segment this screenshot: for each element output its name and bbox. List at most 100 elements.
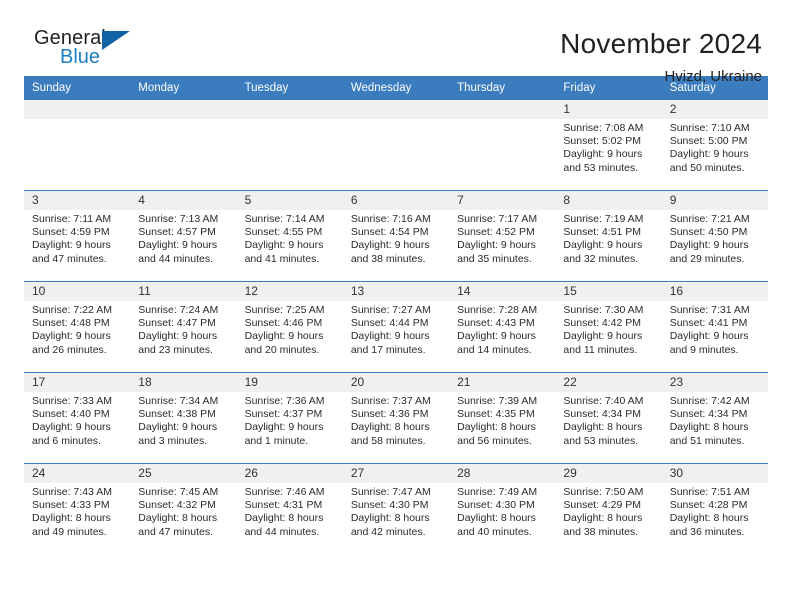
day-details: Sunrise: 7:42 AM Sunset: 4:34 PM Daylight:… <box>662 392 768 448</box>
day-detail-daylight2: and 44 minutes. <box>244 525 320 538</box>
day-detail-sunset: Sunset: 4:30 PM <box>350 499 429 512</box>
day-detail-daylight2: and 6 minutes. <box>32 434 101 447</box>
day-detail-sunrise: Sunrise: 7:50 AM <box>563 486 644 498</box>
weekday-header-thursday: Thursday <box>449 76 556 100</box>
calendar-day-cell[interactable]: 14 Sunrise: 7:28 AM Sunset: 4:43 PM Dayligh… <box>449 281 556 373</box>
calendar-day-cell[interactable]: 24 Sunrise: 7:43 AM Sunset: 4:33 PM Dayligh… <box>24 463 131 554</box>
day-number: 13 <box>342 282 450 301</box>
calendar-day-cell[interactable]: 27 Sunrise: 7:47 AM Sunset: 4:30 PM Dayligh… <box>342 463 450 554</box>
day-detail-daylight1: Daylight: 8 hours <box>563 512 643 525</box>
calendar-day-cell[interactable]: 10 Sunrise: 7:22 AM Sunset: 4:48 PM Dayligh… <box>24 281 131 373</box>
day-details: Sunrise: 7:37 AM Sunset: 4:36 PM Daylight:… <box>343 392 449 448</box>
day-cell-inner: 8 Sunrise: 7:19 AM Sunset: 4:51 PM Daylight… <box>555 191 662 281</box>
day-cell-inner: 24 Sunrise: 7:43 AM Sunset: 4:33 PM Dayligh… <box>24 464 131 554</box>
day-number: 19 <box>236 373 343 392</box>
calendar-day-cell[interactable]: 28 Sunrise: 7:49 AM Sunset: 4:30 PM Dayligh… <box>449 463 556 554</box>
day-details: Sunrise: 7:08 AM Sunset: 5:02 PM Daylight:… <box>555 119 661 175</box>
day-detail-sunrise: Sunrise: 7:33 AM <box>32 395 112 407</box>
calendar-day-cell[interactable]: 23 Sunrise: 7:42 AM Sunset: 4:34 PM Dayligh… <box>661 372 768 464</box>
weekday-header-sunday: Sunday <box>24 76 131 100</box>
calendar-day-cell[interactable]: 19 Sunrise: 7:36 AM Sunset: 4:37 PM Dayligh… <box>236 372 343 464</box>
day-detail-daylight2: and 1 minute. <box>244 434 309 447</box>
day-detail-daylight1: Daylight: 9 hours <box>350 239 430 252</box>
day-detail-sunrise: Sunrise: 7:21 AM <box>669 213 750 225</box>
calendar-day-cell[interactable]: 18 Sunrise: 7:34 AM Sunset: 4:38 PM Dayligh… <box>130 372 237 464</box>
weekday-header-wednesday: Wednesday <box>342 76 450 100</box>
day-cell-inner: 15 Sunrise: 7:30 AM Sunset: 4:42 PM Dayligh… <box>555 282 662 372</box>
calendar-day-cell[interactable]: 8 Sunrise: 7:19 AM Sunset: 4:51 PM Daylight… <box>555 190 662 282</box>
day-number: 24 <box>24 464 131 483</box>
weekday-header-monday: Monday <box>130 76 237 100</box>
calendar-day-cell[interactable]: 6 Sunrise: 7:16 AM Sunset: 4:54 PM Daylight… <box>342 190 450 282</box>
calendar-day-cell[interactable]: 15 Sunrise: 7:30 AM Sunset: 4:42 PM Dayligh… <box>555 281 662 373</box>
calendar-day-cell-empty <box>236 100 343 191</box>
day-detail-daylight1: Daylight: 9 hours <box>244 421 324 434</box>
calendar-day-cell[interactable]: 9 Sunrise: 7:21 AM Sunset: 4:50 PM Daylight… <box>661 190 768 282</box>
calendar-day-cell[interactable]: 5 Sunrise: 7:14 AM Sunset: 4:55 PM Daylight… <box>236 190 343 282</box>
calendar-day-cell[interactable]: 12 Sunrise: 7:25 AM Sunset: 4:46 PM Dayligh… <box>236 281 343 373</box>
day-detail-daylight2: and 29 minutes. <box>669 252 745 265</box>
day-cell-inner: 27 Sunrise: 7:47 AM Sunset: 4:30 PM Dayligh… <box>342 464 450 554</box>
calendar-day-cell[interactable]: 7 Sunrise: 7:17 AM Sunset: 4:52 PM Daylight… <box>449 190 556 282</box>
calendar-day-cell[interactable]: 2 Sunrise: 7:10 AM Sunset: 5:00 PM Daylight… <box>661 100 768 191</box>
day-details: Sunrise: 7:47 AM Sunset: 4:30 PM Daylight:… <box>343 483 449 539</box>
day-detail-daylight2: and 53 minutes. <box>563 434 639 447</box>
calendar-week-row: 17 Sunrise: 7:33 AM Sunset: 4:40 PM Dayligh… <box>24 372 768 464</box>
day-detail-daylight2: and 38 minutes. <box>350 252 426 265</box>
day-cell-inner <box>24 100 131 190</box>
day-detail-sunset: Sunset: 4:30 PM <box>457 499 535 512</box>
calendar-day-cell[interactable]: 3 Sunrise: 7:11 AM Sunset: 4:59 PM Daylight… <box>24 190 131 282</box>
calendar-day-cell[interactable]: 16 Sunrise: 7:31 AM Sunset: 4:41 PM Dayligh… <box>661 281 768 373</box>
day-cell-inner: 18 Sunrise: 7:34 AM Sunset: 4:38 PM Dayligh… <box>130 373 237 463</box>
calendar-day-cell[interactable]: 20 Sunrise: 7:37 AM Sunset: 4:36 PM Dayligh… <box>342 372 450 464</box>
day-detail-daylight2: and 35 minutes. <box>457 252 532 265</box>
day-details: Sunrise: 7:31 AM Sunset: 4:41 PM Daylight:… <box>662 301 768 357</box>
day-details: Sunrise: 7:33 AM Sunset: 4:40 PM Daylight:… <box>24 392 130 448</box>
day-detail-sunrise: Sunrise: 7:31 AM <box>669 304 750 316</box>
weekday-header-tuesday: Tuesday <box>236 76 343 100</box>
day-detail-daylight1: Daylight: 8 hours <box>563 421 643 434</box>
day-detail-sunset: Sunset: 4:34 PM <box>563 408 642 421</box>
day-detail-daylight1: Daylight: 8 hours <box>350 512 430 525</box>
day-detail-daylight2: and 40 minutes. <box>457 525 532 538</box>
day-detail-daylight1: Daylight: 9 hours <box>563 239 643 252</box>
day-detail-sunset: Sunset: 4:55 PM <box>244 226 323 239</box>
day-details: Sunrise: 7:39 AM Sunset: 4:35 PM Daylight:… <box>449 392 555 448</box>
page-title: November 2024 <box>560 28 762 59</box>
day-number: 18 <box>130 373 237 392</box>
day-detail-sunset: Sunset: 4:43 PM <box>457 317 535 330</box>
day-detail-sunrise: Sunrise: 7:43 AM <box>32 486 112 498</box>
calendar-day-cell[interactable]: 1 Sunrise: 7:08 AM Sunset: 5:02 PM Daylight… <box>555 100 662 191</box>
calendar-day-cell[interactable]: 29 Sunrise: 7:50 AM Sunset: 4:29 PM Dayligh… <box>555 463 662 554</box>
day-detail-sunrise: Sunrise: 7:28 AM <box>457 304 538 316</box>
day-detail-daylight2: and 32 minutes. <box>563 252 639 265</box>
brand-logo[interactable]: General Blue <box>24 27 144 79</box>
day-detail-daylight2: and 17 minutes. <box>350 343 426 356</box>
calendar-day-cell[interactable]: 26 Sunrise: 7:46 AM Sunset: 4:31 PM Dayligh… <box>236 463 343 554</box>
calendar-day-cell[interactable]: 17 Sunrise: 7:33 AM Sunset: 4:40 PM Dayligh… <box>24 372 131 464</box>
calendar-day-cell[interactable]: 11 Sunrise: 7:24 AM Sunset: 4:47 PM Dayligh… <box>130 281 237 373</box>
day-detail-sunset: Sunset: 4:35 PM <box>457 408 535 421</box>
day-details: Sunrise: 7:30 AM Sunset: 4:42 PM Daylight:… <box>555 301 661 357</box>
calendar-day-cell[interactable]: 21 Sunrise: 7:39 AM Sunset: 4:35 PM Dayligh… <box>449 372 556 464</box>
day-number <box>342 100 450 119</box>
calendar-body: 1 Sunrise: 7:08 AM Sunset: 5:02 PM Daylight… <box>24 100 768 554</box>
calendar-day-cell[interactable]: 13 Sunrise: 7:27 AM Sunset: 4:44 PM Dayligh… <box>342 281 450 373</box>
day-detail-sunrise: Sunrise: 7:24 AM <box>138 304 219 316</box>
day-detail-sunset: Sunset: 4:46 PM <box>244 317 323 330</box>
calendar-week-row: 3 Sunrise: 7:11 AM Sunset: 4:59 PM Daylight… <box>24 190 768 282</box>
calendar-day-cell[interactable]: 25 Sunrise: 7:45 AM Sunset: 4:32 PM Dayligh… <box>130 463 237 554</box>
day-detail-sunrise: Sunrise: 7:27 AM <box>350 304 431 316</box>
day-cell-inner: 23 Sunrise: 7:42 AM Sunset: 4:34 PM Dayligh… <box>661 373 768 463</box>
day-number: 22 <box>555 373 662 392</box>
calendar-day-cell[interactable]: 22 Sunrise: 7:40 AM Sunset: 4:34 PM Dayligh… <box>555 372 662 464</box>
day-detail-sunset: Sunset: 4:47 PM <box>138 317 216 330</box>
day-detail-daylight2: and 41 minutes. <box>244 252 320 265</box>
day-detail-daylight1: Daylight: 9 hours <box>457 330 536 343</box>
calendar-day-cell[interactable]: 30 Sunrise: 7:51 AM Sunset: 4:28 PM Dayligh… <box>661 463 768 554</box>
day-detail-sunset: Sunset: 4:32 PM <box>138 499 216 512</box>
calendar-day-cell-empty <box>130 100 237 191</box>
calendar-day-cell[interactable]: 4 Sunrise: 7:13 AM Sunset: 4:57 PM Daylight… <box>130 190 237 282</box>
day-detail-daylight2: and 47 minutes. <box>32 252 107 265</box>
day-details: Sunrise: 7:50 AM Sunset: 4:29 PM Daylight:… <box>555 483 661 539</box>
